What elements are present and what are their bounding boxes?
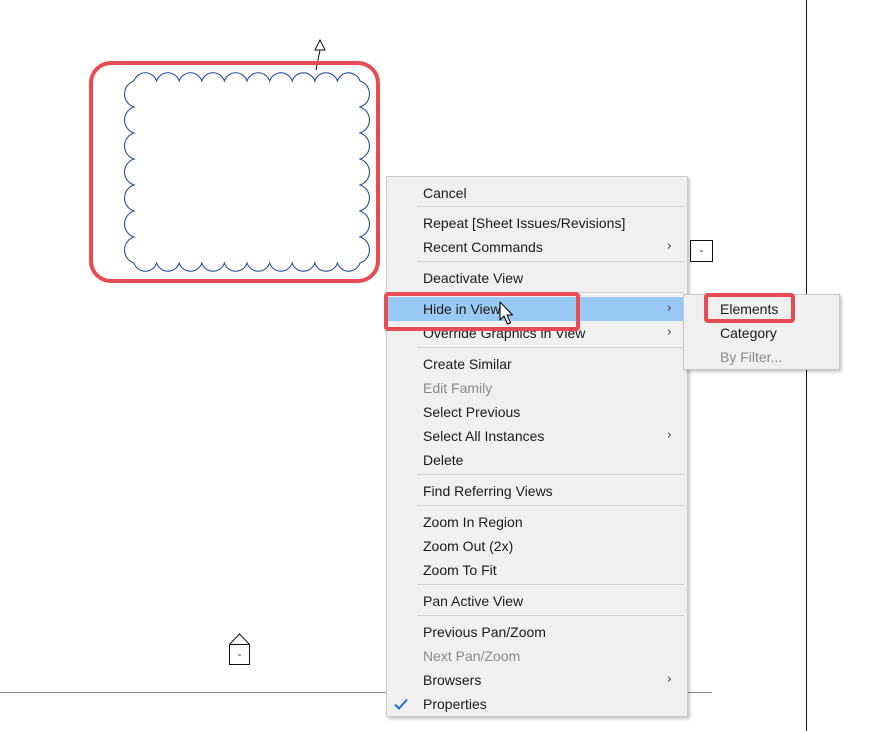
menu-item-next-pan-zoom: Next Pan/Zoom [388, 644, 686, 668]
menu-separator [417, 474, 684, 475]
submenu-item-category[interactable]: Category [685, 321, 838, 345]
menu-item-label: Create Similar [423, 356, 512, 372]
menu-item-select-previous[interactable]: Select Previous [388, 400, 686, 424]
menu-item-label: Cancel [423, 185, 467, 201]
menu-item-label: Deactivate View [423, 270, 524, 286]
view-reference-icon[interactable] [229, 633, 250, 665]
menu-item-cancel[interactable]: Cancel [388, 181, 686, 205]
menu-item-label: Select Previous [423, 404, 521, 420]
menu-item-deactivate-view[interactable]: Deactivate View [388, 266, 686, 290]
menu-item-browsers[interactable]: Browsers › [388, 668, 686, 692]
submenu-item-label: By Filter... [720, 349, 783, 365]
menu-item-label: Browsers [423, 672, 482, 688]
menu-item-label: Select All Instances [423, 428, 545, 444]
menu-item-zoom-out-2x[interactable]: Zoom Out (2x) [388, 534, 686, 558]
menu-separator [417, 261, 684, 262]
menu-item-label: Properties [423, 696, 487, 712]
menu-item-select-all-instances[interactable]: Select All Instances › [388, 424, 686, 448]
menu-item-previous-pan-zoom[interactable]: Previous Pan/Zoom [388, 620, 686, 644]
menu-item-properties[interactable]: Properties [388, 692, 686, 716]
menu-item-label: Recent Commands [423, 239, 543, 255]
menu-item-pan-active-view[interactable]: Pan Active View [388, 589, 686, 613]
menu-separator [417, 347, 684, 348]
menu-separator [417, 505, 684, 506]
menu-item-label: Zoom Out (2x) [423, 538, 514, 554]
checkmark-icon [394, 698, 408, 710]
menu-item-recent-commands[interactable]: Recent Commands › [388, 235, 686, 259]
menu-separator [417, 615, 684, 616]
menu-item-label: Find Referring Views [423, 483, 553, 499]
menu-separator [417, 206, 684, 207]
menu-item-find-referring-views[interactable]: Find Referring Views [388, 479, 686, 503]
submenu-item-label: Category [720, 325, 777, 341]
menu-item-create-similar[interactable]: Create Similar [388, 352, 686, 376]
chevron-right-icon: › [666, 239, 672, 254]
cloud-highlight-frame [89, 61, 380, 283]
menu-item-delete[interactable]: Delete [388, 448, 686, 472]
menu-item-label: Previous Pan/Zoom [423, 624, 546, 640]
menu-item-label: Edit Family [423, 380, 493, 396]
mouse-pointer-icon [499, 301, 514, 325]
menu-item-label: Delete [423, 452, 464, 468]
chevron-right-icon: › [666, 672, 672, 687]
menu-item-repeat-sheet-issues-revisions[interactable]: Repeat [Sheet Issues/Revisions] [388, 211, 686, 235]
chevron-right-icon: › [666, 428, 672, 443]
menu-item-zoom-in-region[interactable]: Zoom In Region [388, 510, 686, 534]
menu-item-label: Pan Active View [423, 593, 524, 609]
menu-separator [417, 584, 684, 585]
chevron-right-icon: › [666, 325, 672, 340]
menu-item-label: Zoom To Fit [423, 562, 497, 578]
menu-item-zoom-to-fit[interactable]: Zoom To Fit [388, 558, 686, 582]
menu-item-label: Repeat [Sheet Issues/Revisions] [423, 215, 626, 231]
submenu-item-by-filter: By Filter... [685, 345, 838, 369]
menu-item-label: Zoom In Region [423, 514, 523, 530]
context-menu: Cancel Repeat [Sheet Issues/Revisions] Rec… [386, 176, 688, 717]
menu-item-edit-family: Edit Family [388, 376, 686, 400]
elements-highlight-frame [704, 293, 795, 323]
hide-in-view-highlight-frame [384, 292, 580, 331]
chevron-right-icon: › [666, 301, 672, 316]
menu-item-label: Next Pan/Zoom [423, 648, 521, 664]
